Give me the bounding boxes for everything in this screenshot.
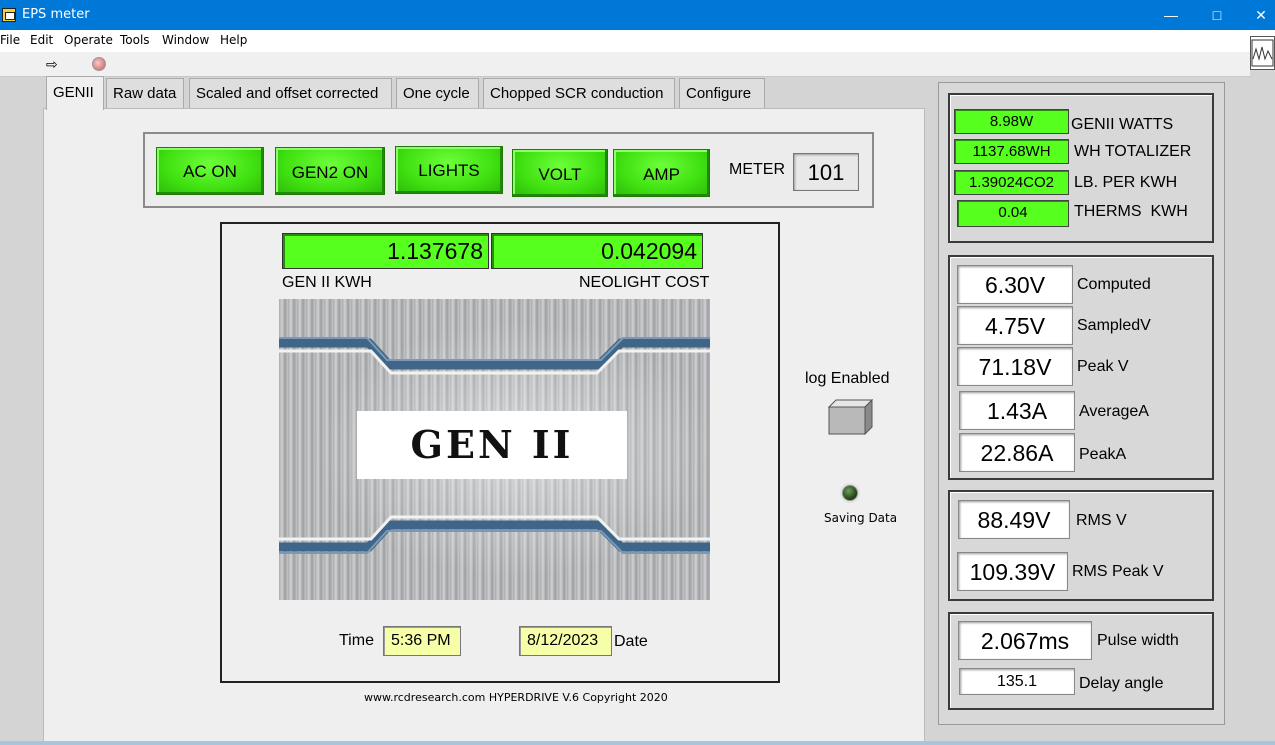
log-enabled-label: log Enabled bbox=[805, 370, 890, 387]
wh-totalizer-value: 1137.68WH bbox=[954, 139, 1069, 164]
title-bar: EPS meter — □ ✕ bbox=[0, 0, 1275, 30]
toolbar: ⇨ bbox=[0, 52, 1250, 77]
meter-label: METER bbox=[729, 161, 785, 178]
genii-watts-label: GENII WATTS bbox=[1071, 116, 1174, 133]
lb-per-kwh-value: 1.39024CO2 bbox=[954, 170, 1069, 195]
menu-help[interactable]: Help bbox=[220, 33, 247, 47]
bottom-border bbox=[0, 741, 1275, 745]
sampled-v-value: 4.75V bbox=[957, 306, 1073, 345]
menu-file[interactable]: File bbox=[0, 33, 20, 47]
saving-data-led bbox=[842, 485, 858, 501]
neolight-cost-label: NEOLIGHT COST bbox=[579, 274, 710, 291]
tab-one-cycle[interactable]: One cycle bbox=[396, 78, 479, 108]
rms-peak-v-label: RMS Peak V bbox=[1072, 563, 1164, 580]
tab-scaled-offset[interactable]: Scaled and offset corrected bbox=[189, 78, 392, 108]
ac-on-button[interactable]: AC ON bbox=[156, 147, 264, 195]
date-field: 8/12/2023 bbox=[519, 626, 612, 656]
rms-v-value: 88.49V bbox=[958, 500, 1070, 539]
therms-kwh-label: THERMS KWH bbox=[1074, 203, 1188, 220]
pulse-width-value: 2.067ms bbox=[958, 621, 1092, 660]
gen2-on-button[interactable]: GEN2 ON bbox=[275, 147, 385, 195]
copyright-text: www.rcdresearch.com HYPERDRIVE V.6 Copyr… bbox=[364, 691, 668, 704]
close-button[interactable]: ✕ bbox=[1238, 0, 1275, 30]
peak-a-value: 22.86A bbox=[959, 433, 1075, 472]
saving-data-label: Saving Data bbox=[824, 511, 898, 525]
abort-icon[interactable] bbox=[92, 57, 106, 71]
window-title: EPS meter bbox=[22, 7, 90, 22]
wh-totalizer-label: WH TOTALIZER bbox=[1074, 143, 1192, 160]
amp-button[interactable]: AMP bbox=[613, 149, 710, 197]
sampled-v-label: SampledV bbox=[1077, 317, 1151, 334]
minimize-button[interactable]: — bbox=[1148, 0, 1194, 30]
vi-icon-thumbnail bbox=[1250, 36, 1275, 70]
gen2-kwh-label: GEN II KWH bbox=[282, 274, 372, 291]
computed-v-label: Computed bbox=[1077, 276, 1151, 293]
peak-v-value: 71.18V bbox=[957, 347, 1073, 386]
computed-v-value: 6.30V bbox=[957, 265, 1073, 304]
peak-v-label: Peak V bbox=[1077, 358, 1129, 375]
date-label: Date bbox=[614, 633, 648, 650]
log-enabled-toggle[interactable] bbox=[827, 398, 874, 436]
tab-configure[interactable]: Configure bbox=[679, 78, 765, 108]
maximize-button[interactable]: □ bbox=[1194, 0, 1240, 30]
time-label: Time bbox=[339, 632, 374, 649]
therms-kwh-value: 0.04 bbox=[957, 200, 1069, 227]
rms-v-label: RMS V bbox=[1076, 512, 1127, 529]
run-arrow-icon[interactable]: ⇨ bbox=[46, 57, 58, 71]
delay-angle-value: 135.1 bbox=[959, 668, 1075, 695]
menu-bar: File Edit Operate Tools Window Help bbox=[0, 30, 1275, 52]
gen2-logo-text: GEN II bbox=[357, 411, 627, 479]
neolight-cost-readout: 0.042094 bbox=[491, 233, 703, 269]
app-icon bbox=[2, 8, 16, 22]
menu-tools[interactable]: Tools bbox=[120, 33, 150, 47]
menu-window[interactable]: Window bbox=[162, 33, 209, 47]
menu-edit[interactable]: Edit bbox=[30, 33, 53, 47]
average-a-label: AverageA bbox=[1079, 403, 1149, 420]
tab-raw-data[interactable]: Raw data bbox=[106, 78, 184, 108]
meter-value[interactable]: 101 bbox=[793, 153, 859, 191]
gen2-logo-plate: GEN II bbox=[279, 299, 710, 600]
peak-a-label: PeakA bbox=[1079, 446, 1127, 463]
tab-genii[interactable]: GENII bbox=[46, 76, 104, 110]
lights-button[interactable]: LIGHTS bbox=[395, 146, 503, 194]
pulse-width-label: Pulse width bbox=[1097, 632, 1179, 649]
lb-per-kwh-label: LB. PER KWH bbox=[1074, 174, 1178, 191]
menu-operate[interactable]: Operate bbox=[64, 33, 113, 47]
average-a-value: 1.43A bbox=[959, 391, 1075, 430]
genii-watts-value: 8.98W bbox=[954, 109, 1069, 134]
gen2-kwh-readout: 1.137678 bbox=[282, 233, 489, 269]
time-field: 5:36 PM bbox=[383, 626, 461, 656]
volt-button[interactable]: VOLT bbox=[512, 149, 608, 197]
delay-angle-label: Delay angle bbox=[1079, 675, 1164, 692]
rms-peak-v-value: 109.39V bbox=[957, 552, 1068, 591]
tab-chopped-scr[interactable]: Chopped SCR conduction bbox=[483, 78, 675, 108]
